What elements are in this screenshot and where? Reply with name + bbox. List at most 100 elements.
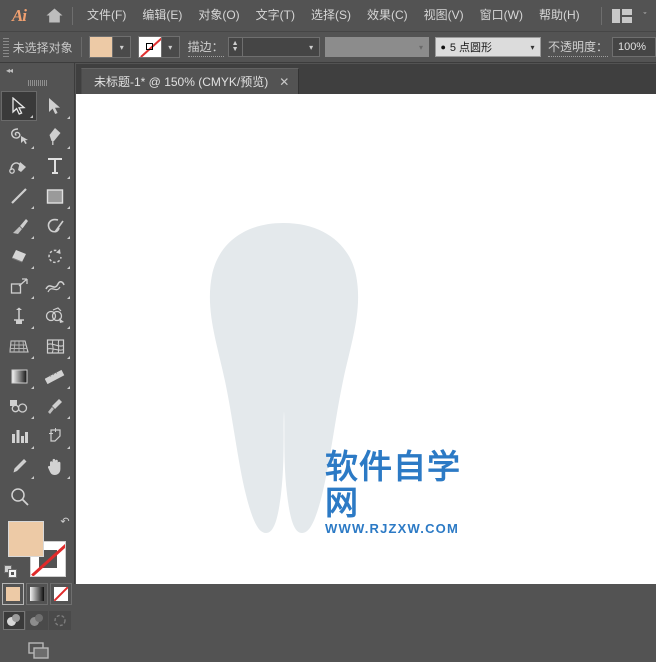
double-chevron-left-icon[interactable]: ◂◂ [0,63,74,77]
close-icon[interactable]: ✕ [278,76,290,88]
stroke-weight-value[interactable] [243,38,304,56]
workspace-layout-icon[interactable] [612,9,632,23]
stroke-swatch-none[interactable] [139,37,161,57]
menu-file[interactable]: 文件(F) [79,0,134,31]
tools-panel-grip[interactable] [0,77,74,89]
mesh-tool[interactable] [37,331,73,361]
tool-corner-marker [67,236,70,239]
fill-mode-color[interactable] [2,583,24,605]
watermark: 软件自学网 WWW.RJZXW.COM [325,449,493,536]
direct-selection-tool[interactable] [37,91,73,121]
fill-mode-gradient[interactable] [26,583,48,605]
tool-corner-marker [31,476,34,479]
hand-tool[interactable] [37,451,73,481]
chevron-down-icon[interactable]: ˇ [638,11,652,21]
fill-mode-none[interactable] [50,583,72,605]
eraser-tool[interactable] [1,241,37,271]
document-tab[interactable]: 未标题-1* @ 150% (CMYK/预览) ✕ [81,68,299,94]
menu-effect[interactable]: 效果(C) [359,0,416,31]
stroke-label[interactable]: 描边： [188,38,224,57]
shaper-tool[interactable] [37,211,73,241]
paintbrush-tool[interactable] [1,211,37,241]
workspace-controls: ˇ [601,0,652,31]
opacity-label[interactable]: 不透明度： [548,38,608,57]
menu-select[interactable]: 选择(S) [303,0,359,31]
tool-corner-marker [31,236,34,239]
curvature-tool[interactable] [1,151,37,181]
default-fill-stroke-icon[interactable] [4,565,18,579]
fill-indicator[interactable] [8,521,44,557]
free-transform-tool[interactable] [1,301,37,331]
change-screen-mode-icon [22,640,52,662]
document-tab-title: 未标题-1* @ 150% (CMYK/预览) [94,73,268,90]
ai-logo-icon: Ai [0,0,38,31]
selection-tool[interactable] [1,91,37,121]
scale-tool[interactable] [1,271,37,301]
menu-view[interactable]: 视图(V) [416,0,472,31]
brush-profile-chevron-down-icon[interactable]: ▾ [525,38,541,56]
stroke-weight-combo[interactable]: ▾ [242,37,320,57]
watermark-chinese-text: 软件自学网 [325,449,493,521]
brush-bullet-icon: ● [440,42,445,52]
stroke-style-value[interactable] [325,38,413,56]
tool-corner-marker [67,266,70,269]
draw-behind-mode[interactable] [26,611,48,630]
brush-profile-value[interactable]: ● 5 点圆形 [436,38,524,56]
line-segment-tool[interactable] [1,181,37,211]
column-graph-tool[interactable] [1,421,37,451]
stroke-style-chevron-down-icon[interactable]: ▾ [413,38,429,56]
blend-tool[interactable] [1,391,37,421]
menu-divider [72,7,73,25]
fill-swatch[interactable] [90,37,112,57]
screen-mode-button[interactable] [0,640,74,662]
perspective-grid-tool[interactable] [1,331,37,361]
measure-tool[interactable] [37,361,73,391]
selection-status-label: 未选择对象 [13,39,73,56]
tool-corner-marker [67,296,70,299]
swap-fill-stroke-icon[interactable]: ↶ [58,515,72,529]
stroke-style-combo[interactable]: ▾ [325,37,429,57]
slice-tool[interactable] [1,451,37,481]
artboard-tool[interactable] [37,421,73,451]
control-bar-grip[interactable] [3,36,10,58]
gradient-tool[interactable] [1,361,37,391]
tool-corner-marker [30,115,33,118]
fill-chevron-down-icon[interactable]: ▾ [112,37,130,57]
menu-help[interactable]: 帮助(H) [531,0,588,31]
rotate-tool[interactable] [37,241,73,271]
eyedropper-tool[interactable] [37,391,73,421]
brush-profile-combo[interactable]: ● 5 点圆形 ▾ [435,37,541,57]
color-mode-buttons [0,583,74,605]
tool-corner-marker [67,326,70,329]
stroke-weight-stepper[interactable]: ▲▼ [228,37,242,57]
stroke-swatch-group[interactable]: ▾ [138,36,180,58]
fill-stroke-control: ↶ [6,519,68,577]
watermark-url-text: WWW.RJZXW.COM [325,521,493,536]
zoom-tool[interactable] [1,481,37,511]
menu-type[interactable]: 文字(T) [248,0,303,31]
menu-edit[interactable]: 编辑(E) [134,0,190,31]
tool-corner-marker [31,176,34,179]
canvas-area[interactable]: 软件自学网 WWW.RJZXW.COM [76,94,656,584]
type-tool[interactable] [37,151,73,181]
menu-object[interactable]: 对象(O) [190,0,247,31]
tool-corner-marker [31,146,34,149]
menu-window[interactable]: 窗口(W) [472,0,531,31]
stroke-chevron-down-icon[interactable]: ▾ [161,37,179,57]
width-tool[interactable] [37,271,73,301]
artboard[interactable]: 软件自学网 WWW.RJZXW.COM [76,94,656,584]
tool-corner-marker [31,416,34,419]
tool-corner-marker [67,116,70,119]
pen-tool[interactable] [37,121,73,151]
lasso-tool[interactable] [1,121,37,151]
draw-mode-buttons [0,611,74,630]
rectangle-tool[interactable] [37,181,73,211]
shape-builder-tool[interactable] [37,301,73,331]
stroke-weight-chevron-down-icon[interactable]: ▾ [304,38,319,56]
draw-normal-mode[interactable] [3,611,25,630]
opacity-value-field[interactable]: 100% [612,37,656,57]
draw-inside-mode[interactable] [49,611,71,630]
menu-bar: Ai 文件(F) 编辑(E) 对象(O) 文字(T) 选择(S) 效果(C) 视… [0,0,656,31]
fill-swatch-group[interactable]: ▾ [89,36,131,58]
home-icon[interactable] [38,0,70,31]
